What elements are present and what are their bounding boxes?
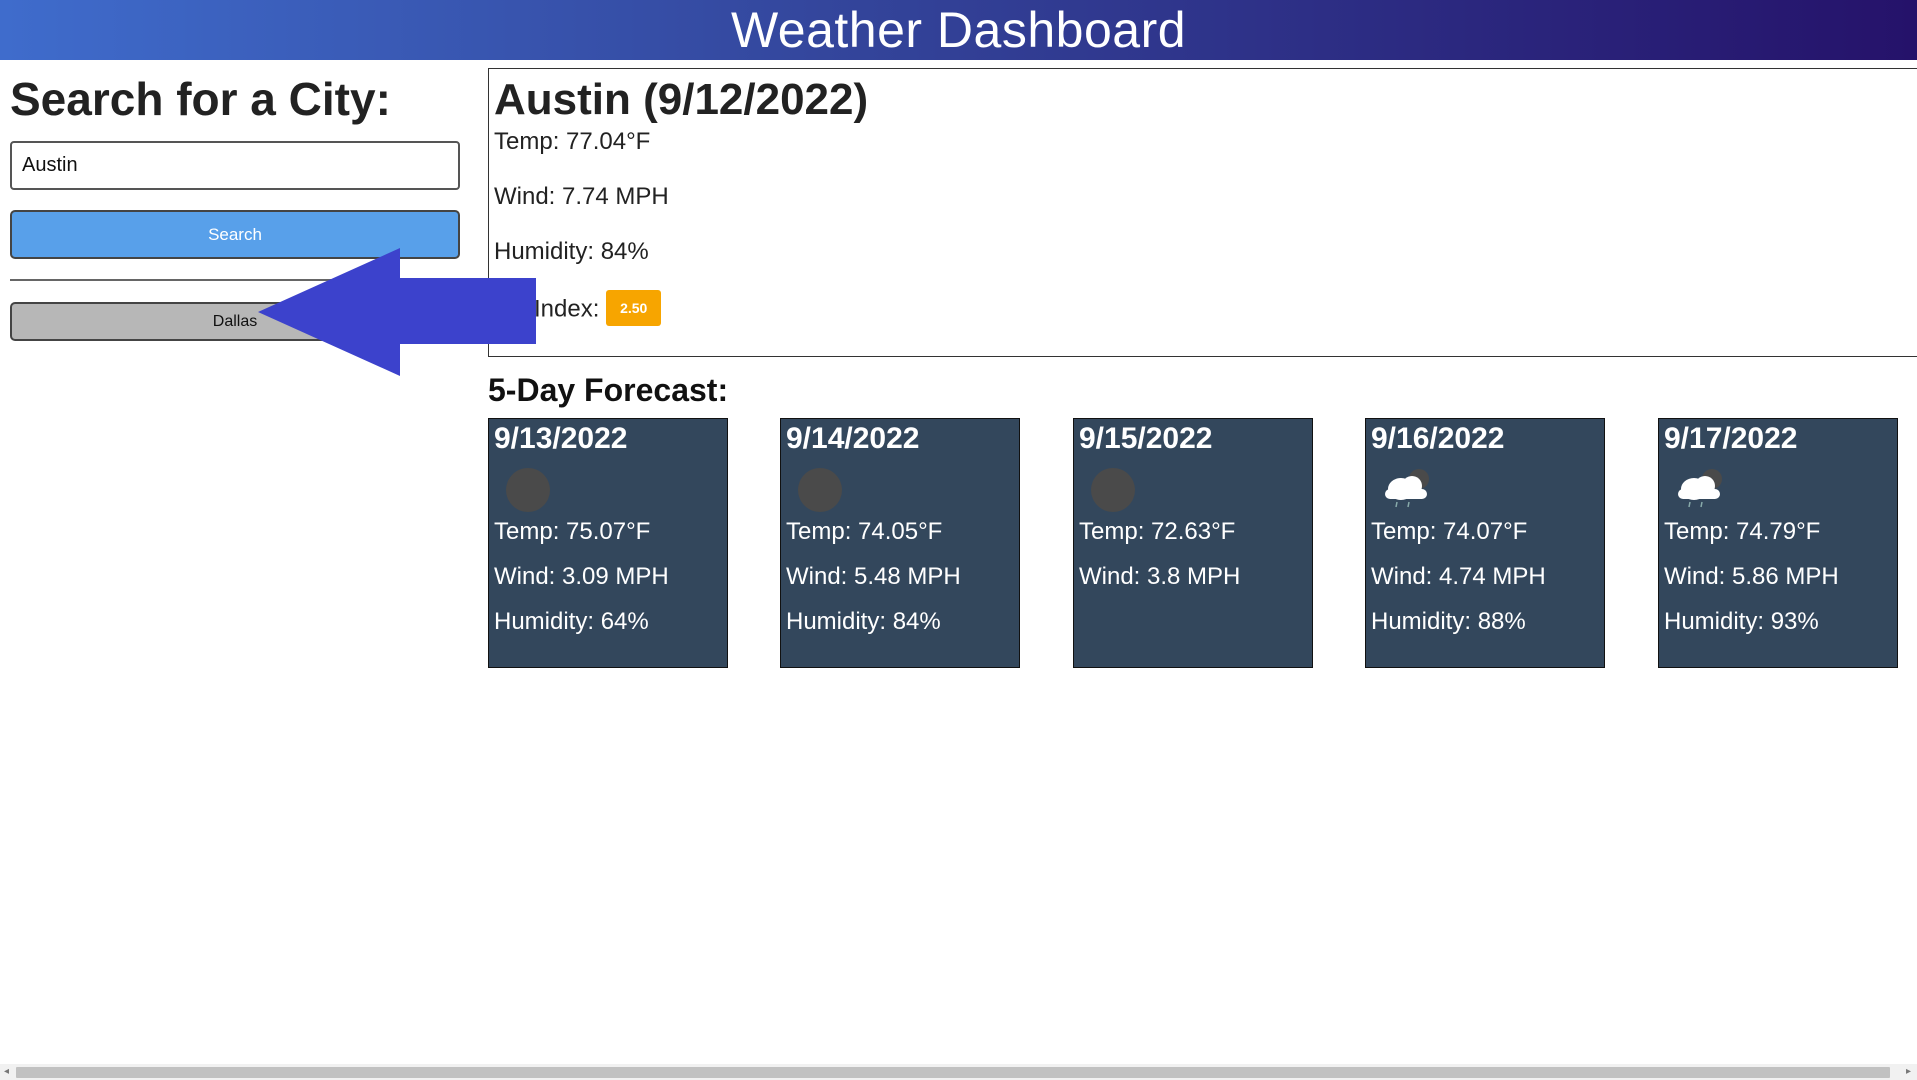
forecast-date: 9/15/2022 [1079, 422, 1213, 455]
forecast-wind: Wind: 3.09 MPH [494, 563, 669, 590]
forecast-humidity: Humidity: 84% [786, 608, 941, 635]
cloud-rain-icon [1385, 469, 1429, 508]
forecast-card: 9/15/2022 Temp: 72.63°F Wind: 3.8 MPH [1073, 418, 1313, 668]
moon-icon [798, 468, 842, 512]
current-weather-panel: Austin (9/12/2022) Temp: 77.04°F Wind: 7… [488, 68, 1917, 357]
annotation-arrow-icon [258, 248, 536, 376]
forecast-card: 9/13/2022 Temp: 75.07°F Wind: 3.09 MPH H… [488, 418, 728, 668]
forecast-date: 9/17/2022 [1664, 422, 1798, 455]
current-uv-row: UV Index: 2.50 [494, 290, 1917, 347]
page-title: Weather Dashboard [730, 2, 1187, 58]
forecast-card: 9/14/2022 Temp: 74.05°F Wind: 5.48 MPH H… [780, 418, 1020, 668]
forecast-humidity: Humidity: 93% [1664, 608, 1819, 635]
forecast-temp: Temp: 75.07°F [494, 518, 651, 545]
horizontal-scrollbar[interactable]: ◂ ▸ [0, 1064, 1917, 1080]
scrollbar-thumb[interactable] [16, 1067, 1890, 1078]
forecast-card: 9/17/2022 Temp: 74.79°F Wind: 5.86 MPH H… [1658, 418, 1898, 668]
forecast-humidity: Humidity: 88% [1371, 608, 1526, 635]
current-city-title: Austin (9/12/2022) [494, 75, 869, 124]
moon-icon [506, 468, 550, 512]
forecast-wind: Wind: 3.8 MPH [1079, 563, 1241, 590]
forecast-card: 9/16/2022 Temp: 74.07°F Wind: 4.74 MPH H… [1365, 418, 1605, 668]
forecast-temp: Temp: 74.79°F [1664, 518, 1821, 545]
forecast-wind: Wind: 4.74 MPH [1371, 563, 1546, 590]
current-wind: Wind: 7.74 MPH [494, 183, 669, 210]
moon-icon [1091, 468, 1135, 512]
forecast-wind: Wind: 5.86 MPH [1664, 563, 1839, 590]
forecast-wind: Wind: 5.48 MPH [786, 563, 961, 590]
forecast-temp: Temp: 74.05°F [786, 518, 943, 545]
page-header: Weather Dashboard [0, 0, 1917, 60]
forecast-humidity: Humidity: 64% [494, 608, 649, 635]
scroll-left-arrow-icon[interactable]: ◂ [4, 1066, 9, 1077]
forecast-cards: 9/13/2022 Temp: 75.07°F Wind: 3.09 MPH H… [488, 418, 1898, 668]
forecast-temp: Temp: 72.63°F [1079, 518, 1236, 545]
current-humidity: Humidity: 84% [494, 238, 649, 265]
forecast-heading: 5-Day Forecast: [488, 372, 729, 408]
cloud-rain-icon [1678, 469, 1722, 508]
search-heading: Search for a City: [10, 73, 391, 125]
current-temp: Temp: 77.04°F [494, 128, 651, 155]
forecast-date: 9/16/2022 [1371, 422, 1505, 455]
uv-index-badge: 2.50 [606, 290, 662, 326]
forecast-date: 9/13/2022 [494, 422, 628, 455]
city-search-input[interactable] [10, 141, 460, 190]
forecast-date: 9/14/2022 [786, 422, 920, 455]
forecast-temp: Temp: 74.07°F [1371, 518, 1528, 545]
scroll-right-arrow-icon[interactable]: ▸ [1906, 1066, 1911, 1077]
forecast-humidity [1079, 607, 1307, 652]
